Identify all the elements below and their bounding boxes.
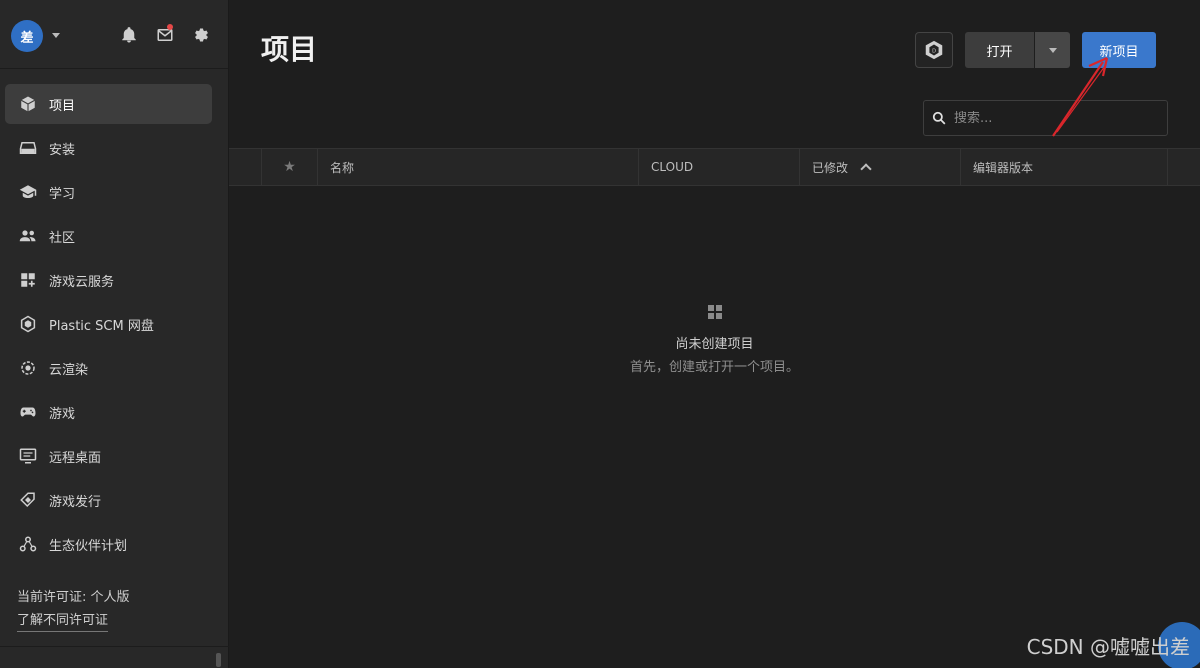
plastic-icon xyxy=(20,315,36,333)
star-column-header[interactable]: ★ xyxy=(262,149,318,185)
sidebar-item-installs[interactable]: 安装 xyxy=(5,128,212,168)
sidebar-item-label: 学习 xyxy=(49,186,76,202)
sidebar-item-label: 云渲染 xyxy=(49,362,89,378)
annotation-arrow-icon xyxy=(1052,56,1109,137)
sidebar-item-remote-desktop[interactable]: 远程桌面 xyxy=(5,436,212,476)
sidebar-item-label: 游戏 xyxy=(49,406,76,422)
sidebar-item-projects[interactable]: 项目 xyxy=(5,84,212,124)
editor-version-column-header[interactable]: 编辑器版本 xyxy=(961,149,1168,185)
sidebar-footer xyxy=(0,646,229,668)
select-column-header xyxy=(229,149,262,185)
search-icon xyxy=(932,111,946,125)
hub-plugin-button[interactable]: D xyxy=(915,32,953,68)
partners-icon xyxy=(19,536,37,552)
sidebar-item-game-publishing[interactable]: 游戏发行 xyxy=(5,480,212,520)
sidebar-item-partners[interactable]: 生态伙伴计划 xyxy=(5,524,212,564)
sidebar-item-label: 生态伙伴计划 xyxy=(49,538,128,554)
modified-column-label: 已修改 xyxy=(812,160,849,175)
sidebar-item-label: 游戏云服务 xyxy=(49,274,115,290)
sidebar-item-label: 远程桌面 xyxy=(49,450,102,466)
sidebar-item-label: 社区 xyxy=(49,230,76,246)
gamepad-icon xyxy=(20,407,36,417)
sidebar-item-cloud-render[interactable]: 云渲染 xyxy=(5,348,212,388)
name-column-header[interactable]: 名称 xyxy=(318,149,639,185)
avatar[interactable]: 差 xyxy=(11,20,43,52)
render-icon xyxy=(21,361,35,375)
sidebar: 差 项目 安装 学习 社区 游戏云服务 Plastic SCM 网盘 云渲染 游… xyxy=(0,0,229,668)
empty-state-title: 尚未创建项目 xyxy=(675,337,754,352)
sidebar-item-learn[interactable]: 学习 xyxy=(5,172,212,212)
notification-dot xyxy=(167,24,173,30)
page-title: 项目 xyxy=(261,33,318,66)
empty-state-subtitle: 首先，创建或打开一个项目。 xyxy=(629,360,799,375)
graduation-cap-icon xyxy=(19,185,37,198)
sidebar-item-community[interactable]: 社区 xyxy=(5,216,212,256)
drive-icon xyxy=(19,142,37,154)
grid-icon xyxy=(707,305,722,319)
sidebar-item-games[interactable]: 游戏 xyxy=(5,392,212,432)
sidebar-header: 差 xyxy=(0,0,228,69)
bell-icon[interactable] xyxy=(120,26,138,44)
grid-plus-icon xyxy=(21,273,35,287)
sort-ascending-icon xyxy=(860,163,872,175)
chevron-down-icon[interactable] xyxy=(52,33,60,38)
empty-state: 尚未创建项目 首先，创建或打开一个项目。 xyxy=(229,304,1200,375)
sidebar-item-label: Plastic SCM 网盘 xyxy=(49,318,154,334)
star-icon: ★ xyxy=(283,159,296,175)
watermark: CSDN @嘘嘘出差 xyxy=(1026,635,1190,659)
sidebar-item-label: 安装 xyxy=(49,142,76,158)
sidebar-item-label: 项目 xyxy=(49,98,76,114)
people-icon xyxy=(19,230,36,242)
sidebar-nav: 项目 安装 学习 社区 游戏云服务 Plastic SCM 网盘 云渲染 游戏 xyxy=(5,84,212,568)
plugin-cube-icon: D xyxy=(925,40,943,60)
license-status: 当前许可证: 个人版 xyxy=(17,590,130,605)
cube-icon xyxy=(20,96,36,112)
monitor-icon xyxy=(19,448,37,464)
tag-icon xyxy=(20,492,35,508)
gear-icon[interactable] xyxy=(191,26,209,44)
resize-handle[interactable] xyxy=(216,653,221,667)
sidebar-item-label: 游戏发行 xyxy=(49,494,102,510)
open-button[interactable]: 打开 xyxy=(965,32,1034,68)
license-compare-link[interactable]: 了解不同许可证 xyxy=(17,609,109,632)
sidebar-item-game-cloud[interactable]: 游戏云服务 xyxy=(5,260,212,300)
cloud-column-header[interactable]: CLOUD xyxy=(639,149,800,185)
sidebar-item-plastic-scm[interactable]: Plastic SCM 网盘 xyxy=(5,304,212,344)
svg-text:D: D xyxy=(932,48,936,54)
modified-column-header[interactable]: 已修改 xyxy=(800,149,961,185)
projects-table-header: ★ 名称 CLOUD 已修改 编辑器版本 xyxy=(229,148,1200,186)
